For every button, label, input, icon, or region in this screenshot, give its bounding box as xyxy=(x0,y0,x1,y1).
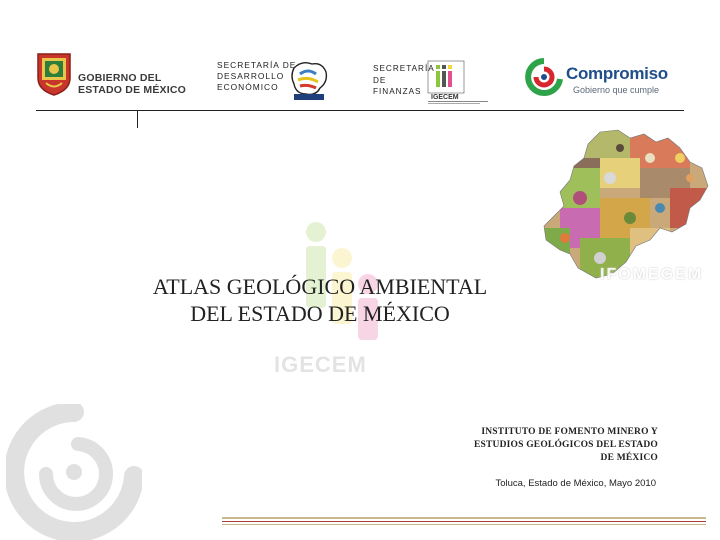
place-date: Toluca, Estado de México, Mayo 2010 xyxy=(495,478,656,489)
title-line-1: ATLAS GEOLÓGICO AMBIENTAL xyxy=(152,274,488,299)
geological-map-image xyxy=(543,129,709,279)
igecem-logo-small: IGECEM xyxy=(427,60,488,104)
footer-rule-top xyxy=(222,517,706,519)
gobierno-line2: ESTADO DE MÉXICO xyxy=(78,84,187,96)
state-shield-icon xyxy=(37,53,71,96)
compromiso-tagline: Gobierno que cumple xyxy=(573,85,660,95)
compromiso-swirl-watermark-icon xyxy=(6,404,142,540)
ifomegem-watermark: IFOMEGEM xyxy=(600,266,704,283)
sedeco-map-icon xyxy=(291,61,328,100)
header-divider xyxy=(36,110,684,111)
institute-line-2: ESTUDIOS GEOLÓGICOS DEL ESTADO xyxy=(473,440,658,450)
compromiso-swirl-icon xyxy=(525,58,563,96)
footer-rule-middle xyxy=(222,521,706,522)
igecem-watermark-label: IGECEM xyxy=(274,352,367,377)
gobierno-estado-mexico-logo: GOBIERNO DEL ESTADO DE MÉXICO xyxy=(32,52,192,100)
title-line-2: DEL ESTADO DE MÉXICO xyxy=(190,301,450,326)
header-tick-mark xyxy=(137,111,138,128)
compromiso-wordmark: Compromiso xyxy=(566,64,668,83)
compromiso-logo: Compromiso Gobierno que cumple xyxy=(524,55,684,101)
sedeco-label: SECRETARÍA DE DESARROLLO ECONÓMICO xyxy=(217,60,297,92)
igecem-small-label: IGECEM xyxy=(431,94,459,101)
institute-name: INSTITUTO DE FOMENTO MINERO Y ESTUDIOS G… xyxy=(458,426,658,465)
institute-line-3: DE MÉXICO xyxy=(600,453,658,463)
atlas-title: ATLAS GEOLÓGICO AMBIENTAL DEL ESTADO DE … xyxy=(100,273,540,327)
gobierno-line1: GOBIERNO DEL xyxy=(78,72,162,84)
footer-rule-bottom xyxy=(222,524,706,525)
institute-line-1: INSTITUTO DE FOMENTO MINERO Y xyxy=(481,427,658,437)
